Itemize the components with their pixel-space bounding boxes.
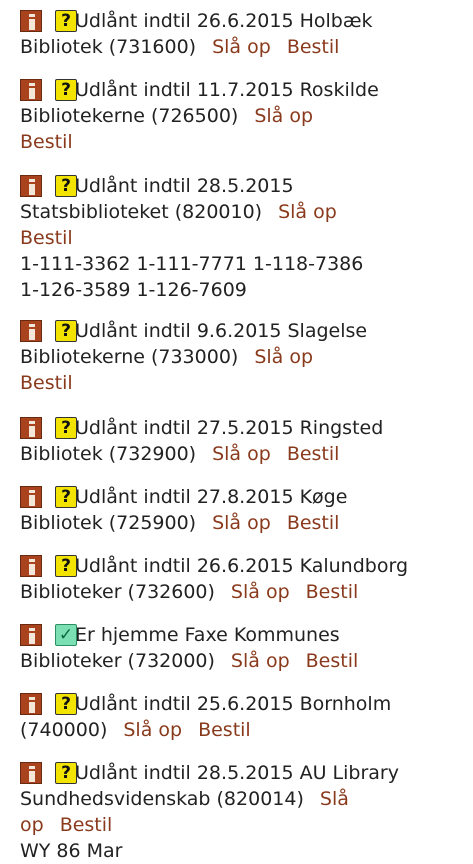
info-icon[interactable] [20,762,42,784]
holding-entry: ? Udlånt indtil 27.8.2015 Køge Bibliotek… [20,484,470,536]
holding-entry: ? Udlånt indtil 27.5.2015 Ringsted Bibli… [20,415,470,467]
library-name: (740000) [20,719,108,741]
order-link[interactable]: Bestil [198,719,251,741]
info-icon[interactable] [20,693,42,715]
question-mark-icon: ? [55,762,77,784]
status-text: Udlånt indtil 28.5.2015 [75,175,294,197]
order-link[interactable]: Bestil [287,512,340,534]
info-icon[interactable] [20,10,42,32]
look-up-link[interactable]: Slå op [231,650,290,672]
holding-entry: ? Udlånt indtil 26.6.2015 Kalundborg Bib… [20,553,470,605]
library-name: Bibliotek (725900) [20,512,197,534]
look-up-link-continued[interactable]: op [20,814,44,836]
order-link[interactable]: Bestil [20,131,73,153]
question-mark-icon: ? [55,10,77,32]
holding-entry: ? Udlånt indtil 25.6.2015 Bornholm (7400… [20,691,470,743]
question-mark-icon: ? [55,320,77,342]
look-up-link[interactable]: Slå op [212,512,271,534]
order-link[interactable]: Bestil [306,650,359,672]
library-name: Bibliotek (731600) [20,36,197,58]
holding-entry: ? Udlånt indtil 26.6.2015 Holbæk Bibliot… [20,8,470,60]
status-text: Udlånt indtil 26.6.2015 Kalundborg [75,555,409,577]
library-name: Biblioteker (732000) [20,650,215,672]
order-link[interactable]: Bestil [306,581,359,603]
info-icon[interactable] [20,79,42,101]
look-up-link[interactable]: Slå op [278,201,337,223]
question-mark-icon: ? [55,417,77,439]
info-icon[interactable] [20,624,42,646]
question-mark-icon: ? [55,555,77,577]
info-icon[interactable] [20,320,42,342]
look-up-link[interactable]: Slå op [123,719,182,741]
status-text: Udlånt indtil 11.7.2015 Roskilde [75,79,379,101]
status-text: Udlånt indtil 27.8.2015 Køge [75,486,348,508]
order-link[interactable]: Bestil [20,227,73,249]
holding-entry: ? Udlånt indtil 28.5.2015 AU Library Sun… [20,760,470,864]
status-text: Udlånt indtil 25.6.2015 Bornholm [75,693,392,715]
status-text: Udlånt indtil 28.5.2015 AU Library [75,762,399,784]
info-icon[interactable] [20,417,42,439]
order-link[interactable]: Bestil [20,372,73,394]
checkmark-icon: ✓ [55,624,77,646]
question-mark-icon: ? [55,693,77,715]
holdings-list: ? Udlånt indtil 26.6.2015 Holbæk Bibliot… [0,0,473,862]
status-text: Udlånt indtil 27.5.2015 Ringsted [75,417,384,439]
copy-numbers: 1-111-3362 1-111-7771 1-118-7386 [20,253,364,275]
order-link[interactable]: Bestil [287,443,340,465]
status-text: Udlånt indtil 26.6.2015 Holbæk [75,10,373,32]
holding-entry: ✓ Er hjemme Faxe Kommunes Biblioteker (7… [20,622,470,674]
holding-entry: ? Udlånt indtil 9.6.2015 Slagelse Biblio… [20,318,470,396]
info-icon[interactable] [20,175,42,197]
holding-entry: ? Udlånt indtil 11.7.2015 Roskilde Bibli… [20,77,470,155]
library-name: Bibliotekerne (733000) [20,346,239,368]
order-link[interactable]: Bestil [60,814,113,836]
status-text: Udlånt indtil 9.6.2015 Slagelse [75,320,368,342]
look-up-link[interactable]: Slå op [231,581,290,603]
shelf-mark: WY 86 Mar [20,840,123,862]
library-name: Sundhedsvidenskab (820014) [20,788,304,810]
info-icon[interactable] [20,555,42,577]
library-name: Bibliotekerne (726500) [20,105,239,127]
holding-entry: ? Udlånt indtil 28.5.2015 Statsbibliotek… [20,173,470,303]
status-text: Er hjemme Faxe Kommunes [75,624,340,646]
question-mark-icon: ? [55,175,77,197]
look-up-link[interactable]: Slå op [254,346,313,368]
copy-numbers: 1-126-3589 1-126-7609 [20,279,247,301]
library-name: Biblioteker (732600) [20,581,215,603]
look-up-link[interactable]: Slå [320,788,349,810]
info-icon[interactable] [20,486,42,508]
look-up-link[interactable]: Slå op [212,443,271,465]
library-name: Bibliotek (732900) [20,443,197,465]
order-link[interactable]: Bestil [287,36,340,58]
question-mark-icon: ? [55,79,77,101]
look-up-link[interactable]: Slå op [254,105,313,127]
library-name: Statsbiblioteket (820010) [20,201,263,223]
look-up-link[interactable]: Slå op [212,36,271,58]
question-mark-icon: ? [55,486,77,508]
